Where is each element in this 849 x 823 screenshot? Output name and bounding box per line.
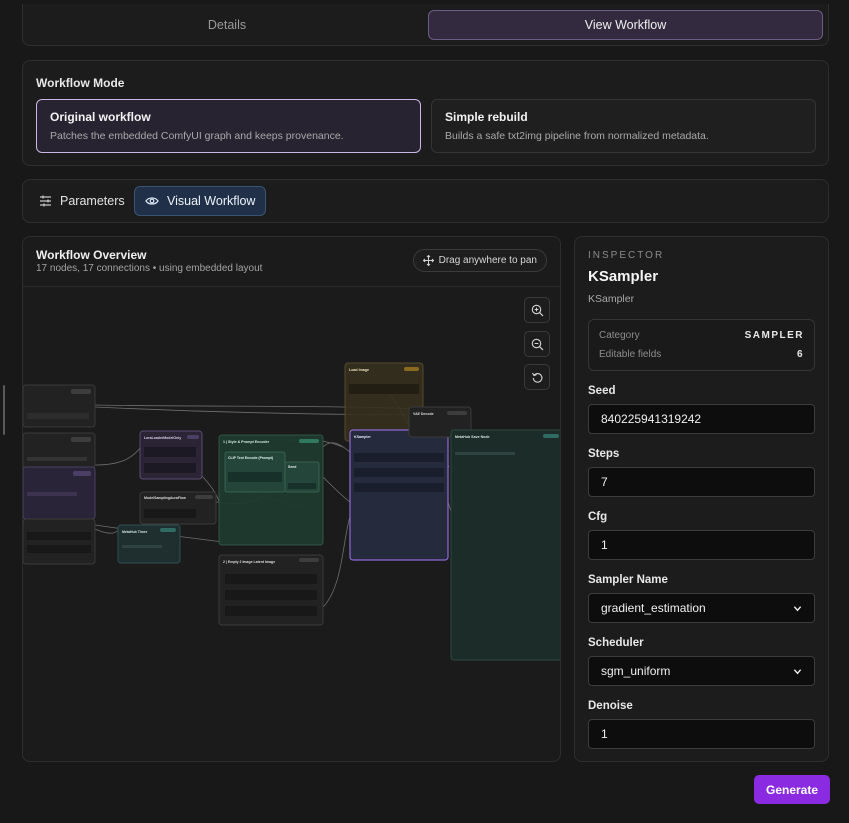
node-title: KSampler	[354, 435, 371, 439]
graph-node-model-sampling[interactable]: ModelSamplingAuraFlow	[139, 491, 217, 525]
scheduler-label: Scheduler	[588, 637, 644, 649]
zoom-out-button[interactable]	[524, 331, 550, 357]
zoom-in-button[interactable]	[524, 297, 550, 323]
inspector-panel: INSPECTOR KSampler KSampler Category SAM…	[574, 236, 829, 762]
node-title: Load Image	[349, 368, 369, 372]
top-tab-bar: Details View Workflow	[22, 4, 829, 46]
inspector-label: INSPECTOR	[588, 250, 665, 261]
workflow-canvas-panel[interactable]: Workflow Overview 17 nodes, 17 connectio…	[22, 236, 561, 762]
mode-original-desc: Patches the embedded ComfyUI graph and k…	[50, 130, 344, 142]
meta-category-label: Category	[599, 330, 640, 341]
node-title: MetaHub Timer	[122, 530, 148, 534]
steps-value: 7	[601, 475, 608, 489]
seed-value: 840225941319242	[601, 412, 702, 426]
canvas-title: Workflow Overview	[36, 248, 147, 262]
sampler-value: gradient_estimation	[601, 601, 706, 615]
seed-label: Seed	[588, 385, 616, 397]
parameters-button[interactable]: Parameters	[29, 186, 135, 216]
meta-category-value: SAMPLER	[744, 330, 804, 341]
meta-category-row: Category SAMPLER	[599, 326, 804, 345]
reset-view-button[interactable]	[524, 364, 550, 390]
graph-node-metahub-save[interactable]: MetaHub Save Node	[450, 429, 561, 661]
denoise-input[interactable]: 1	[588, 719, 815, 749]
graph-node-left-3[interactable]	[23, 466, 96, 520]
sliders-icon	[40, 195, 51, 207]
steps-input[interactable]: 7	[588, 467, 815, 497]
tab-details[interactable]: Details	[29, 10, 425, 40]
workflow-mode-title: Workflow Mode	[36, 76, 125, 90]
cfg-input[interactable]: 1	[588, 530, 815, 560]
steps-label: Steps	[588, 448, 620, 460]
sampler-select[interactable]: gradient_estimation	[588, 593, 815, 623]
cfg-value: 1	[601, 538, 608, 552]
inspector-subtitle: KSampler	[588, 293, 635, 305]
meta-editable-label: Editable fields	[599, 349, 662, 360]
sampler-label: Sampler Name	[588, 574, 668, 586]
graph-node-left-1[interactable]	[23, 384, 96, 428]
chevron-down-icon	[793, 668, 802, 674]
mode-original-card[interactable]: Original workflow Patches the embedded C…	[36, 99, 421, 153]
drag-hint-pill: Drag anywhere to pan	[412, 249, 547, 272]
cfg-label: Cfg	[588, 511, 608, 523]
mode-simple-card[interactable]: Simple rebuild Builds a safe txt2img pip…	[431, 99, 816, 153]
visual-workflow-label: Visual Workflow	[167, 194, 256, 208]
node-title: 2 | Empty 2 Image Latent Image	[223, 560, 275, 564]
node-title: Seed	[288, 465, 296, 469]
workflow-graph[interactable]: LoraLoaderModelOnly ModelSamplingAuraFlo…	[23, 287, 561, 762]
graph-node-style-prompt-encoder[interactable]: 1 | Style & Prompt Encoder CLIP Text Enc…	[218, 434, 324, 546]
node-title: MetaHub Save Node	[455, 435, 490, 439]
canvas-header: Workflow Overview 17 nodes, 17 connectio…	[23, 237, 560, 287]
scheduler-select[interactable]: sgm_uniform	[588, 656, 815, 686]
zoom-in-icon	[531, 304, 543, 316]
graph-node-metahub-timer[interactable]: MetaHub Timer	[117, 524, 181, 564]
node-title: VAE Decode	[413, 412, 434, 416]
chevron-down-icon	[793, 605, 802, 611]
window-edge-handle	[3, 385, 5, 435]
parameters-label: Parameters	[60, 194, 125, 208]
node-title: 1 | Style & Prompt Encoder	[223, 440, 270, 444]
graph-node-empty-latent[interactable]: 2 | Empty 2 Image Latent Image	[218, 554, 324, 626]
node-title: CLIP Text Encode (Prompt)	[228, 456, 273, 460]
generate-button[interactable]: Generate	[754, 775, 830, 804]
seed-input[interactable]: 840225941319242	[588, 404, 815, 434]
graph-node-lora-loader[interactable]: LoraLoaderModelOnly	[139, 430, 203, 480]
graph-node-left-4[interactable]	[23, 518, 96, 565]
graph-node-left-2[interactable]	[23, 432, 96, 469]
visual-workflow-button[interactable]: Visual Workflow	[134, 186, 267, 216]
view-switcher: Parameters Visual Workflow	[22, 179, 829, 223]
canvas-subtitle: 17 nodes, 17 connections • using embedde…	[36, 263, 263, 274]
denoise-value: 1	[601, 727, 608, 741]
meta-editable-value: 6	[796, 349, 804, 360]
inspector-title: KSampler	[588, 268, 659, 285]
mode-simple-desc: Builds a safe txt2img pipeline from norm…	[445, 130, 709, 142]
node-title: LoraLoaderModelOnly	[144, 436, 181, 440]
tab-view-workflow[interactable]: View Workflow	[428, 10, 823, 40]
zoom-out-icon	[531, 338, 543, 350]
mode-simple-title: Simple rebuild	[445, 110, 528, 124]
graph-node-ksampler[interactable]: KSampler	[349, 429, 449, 561]
mode-original-title: Original workflow	[50, 110, 151, 124]
meta-editable-row: Editable fields 6	[599, 345, 804, 364]
denoise-label: Denoise	[588, 700, 633, 712]
workflow-mode-panel: Workflow Mode Original workflow Patches …	[22, 60, 829, 166]
scheduler-value: sgm_uniform	[601, 664, 671, 678]
node-title: ModelSamplingAuraFlow	[144, 496, 186, 500]
drag-hint-label: Drag anywhere to pan	[438, 255, 537, 266]
reset-icon	[531, 372, 542, 383]
move-icon	[422, 255, 434, 266]
eye-icon	[145, 197, 159, 205]
inspector-meta-box: Category SAMPLER Editable fields 6	[588, 319, 815, 371]
